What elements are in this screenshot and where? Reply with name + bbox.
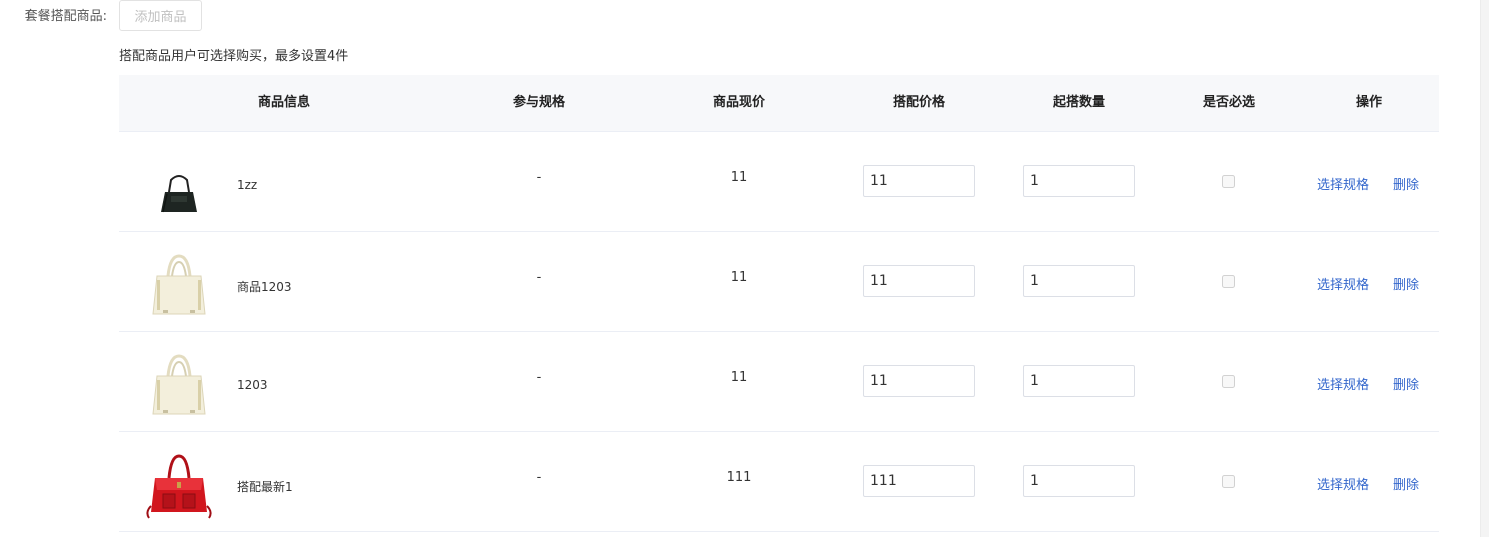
match-price-input[interactable]	[863, 465, 975, 497]
product-thumbnail-black-backpack	[161, 175, 197, 213]
bundle-hint-text: 搭配商品用户可选择购买，最多设置4件	[119, 49, 349, 64]
header-action: 操作	[1355, 95, 1383, 110]
table-row: 搭配最新1 - 111 选择规格 删除	[119, 432, 1439, 532]
header-required: 是否必选	[1202, 95, 1256, 110]
product-spec: -	[536, 370, 542, 385]
min-quantity-input[interactable]	[1023, 165, 1135, 197]
table-row: 1203 - 11 选择规格 删除	[119, 332, 1439, 432]
required-checkbox[interactable]	[1222, 275, 1235, 288]
select-spec-link[interactable]: 选择规格	[1317, 474, 1369, 493]
product-thumbnail-cream-handbag	[152, 254, 206, 315]
required-checkbox[interactable]	[1222, 175, 1235, 188]
table-row: 商品1203 - 11 选择规格 删除	[119, 232, 1439, 332]
delete-link[interactable]: 删除	[1393, 374, 1419, 393]
required-checkbox[interactable]	[1222, 475, 1235, 488]
match-price-input[interactable]	[863, 165, 975, 197]
min-quantity-input[interactable]	[1023, 465, 1135, 497]
header-current-price: 商品现价	[712, 95, 766, 110]
scrollbar-track[interactable]	[1480, 0, 1489, 537]
product-name: 商品1203	[237, 280, 292, 294]
header-min-quantity: 起搭数量	[1052, 95, 1106, 110]
product-spec: -	[536, 270, 542, 285]
select-spec-link[interactable]: 选择规格	[1317, 374, 1369, 393]
min-quantity-input[interactable]	[1023, 365, 1135, 397]
delete-link[interactable]: 删除	[1393, 474, 1419, 493]
delete-link[interactable]: 删除	[1393, 274, 1419, 293]
product-current-price: 11	[730, 270, 748, 285]
product-current-price: 111	[726, 470, 752, 485]
select-spec-link[interactable]: 选择规格	[1317, 174, 1369, 193]
product-name: 1203	[237, 378, 268, 392]
required-checkbox[interactable]	[1222, 375, 1235, 388]
product-thumbnail-cream-handbag	[152, 354, 206, 415]
table-header: 商品信息 参与规格 商品现价 搭配价格 起搭数量 是否必选 操作	[119, 75, 1439, 132]
product-name: 搭配最新1	[237, 480, 293, 494]
add-product-button[interactable]: 添加商品	[119, 0, 202, 31]
product-name: 1zz	[237, 178, 258, 192]
table-row: 1zz - 11 选择规格 删除	[119, 132, 1439, 232]
min-quantity-input[interactable]	[1023, 265, 1135, 297]
match-price-input[interactable]	[863, 365, 975, 397]
delete-link[interactable]: 删除	[1393, 174, 1419, 193]
product-spec: -	[536, 470, 542, 485]
match-price-input[interactable]	[863, 265, 975, 297]
header-product-info: 商品信息	[257, 95, 311, 110]
product-thumbnail-red-handbag	[146, 454, 212, 519]
bundle-products-table: 商品信息 参与规格 商品现价 搭配价格 起搭数量 是否必选 操作 1zz - 1…	[119, 75, 1439, 532]
bundle-products-label: 套餐搭配商品:	[24, 9, 107, 24]
header-spec: 参与规格	[512, 95, 566, 110]
select-spec-link[interactable]: 选择规格	[1317, 274, 1369, 293]
header-match-price: 搭配价格	[892, 95, 946, 110]
product-current-price: 11	[730, 170, 748, 185]
product-current-price: 11	[730, 370, 748, 385]
product-spec: -	[536, 170, 542, 185]
